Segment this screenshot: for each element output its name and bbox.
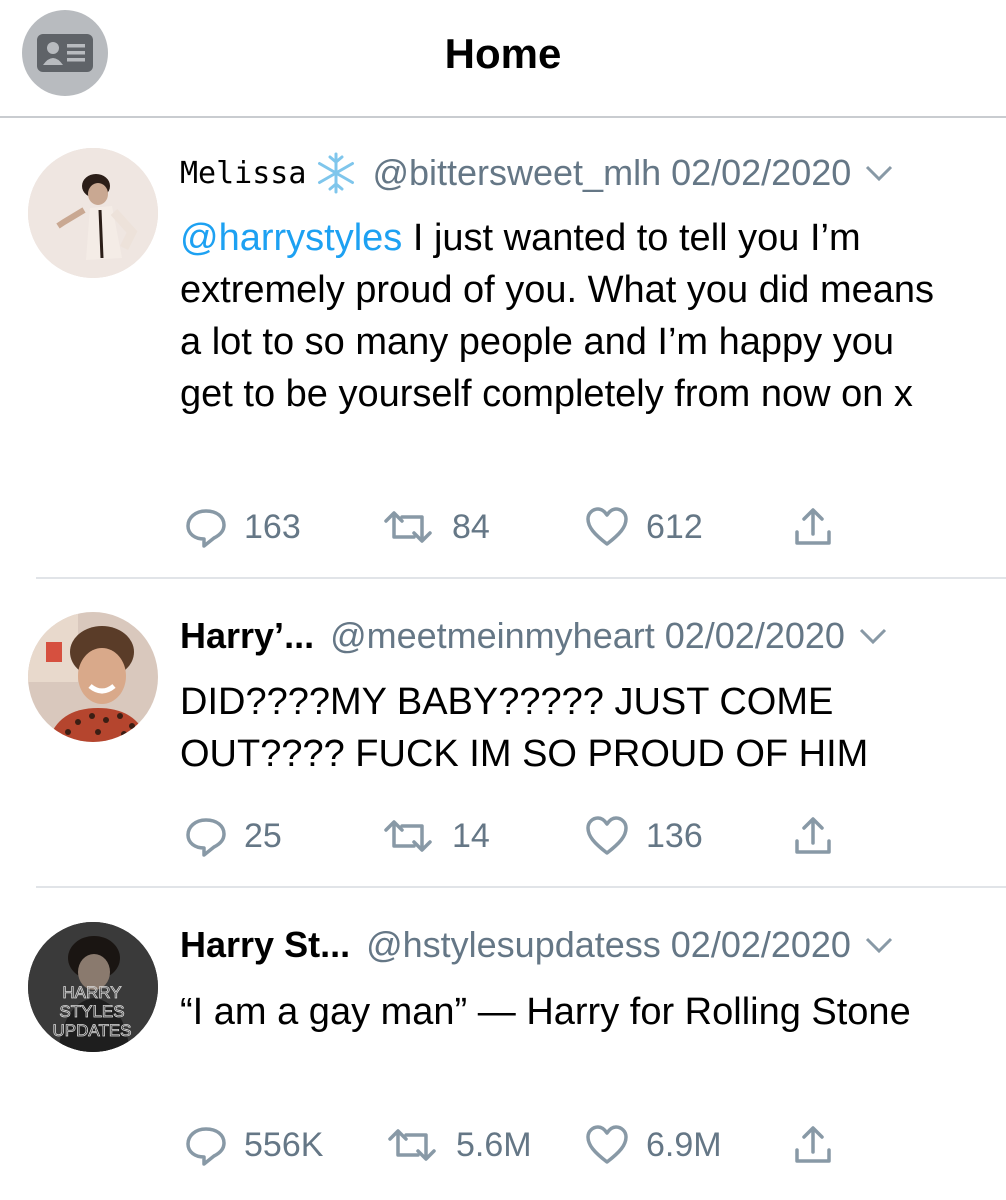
- divider: [36, 577, 1006, 579]
- tweet-date: 02/02/2020: [671, 152, 852, 193]
- avatar[interactable]: [28, 612, 158, 742]
- reply-count: 163: [244, 507, 301, 546]
- share-button[interactable]: [792, 1121, 850, 1169]
- retweet-icon: [388, 1129, 436, 1161]
- avatar-image: [28, 148, 158, 278]
- avatar-image: [28, 612, 158, 742]
- display-name[interactable]: Harry St...: [180, 924, 350, 966]
- like-count: 612: [646, 507, 703, 546]
- avatar-text-line: STYLES: [59, 1002, 124, 1021]
- tweet-body: DID????MY BABY????? JUST COME OUT???? FU…: [180, 681, 869, 775]
- tweet-actions: 556K 5.6M 6.9M: [184, 1121, 884, 1169]
- retweet-button[interactable]: 5.6M: [384, 1121, 532, 1169]
- tweet-actions: 163 84 612: [184, 503, 884, 551]
- tweet-date: 02/02/2020: [664, 615, 845, 656]
- divider: [36, 886, 1006, 888]
- tweet-date: 02/02/2020: [670, 924, 851, 965]
- mention-link[interactable]: @harrystyles: [180, 217, 402, 259]
- display-name[interactable]: Melissa: [180, 156, 306, 191]
- retweet-count: 5.6M: [456, 1125, 532, 1164]
- tweet-header: Harry’... @meetmeinmyheart 02/02/2020: [180, 613, 976, 659]
- display-name[interactable]: Harry’...: [180, 615, 314, 657]
- reply-count: 556K: [244, 1125, 324, 1164]
- reply-icon: [186, 1127, 226, 1166]
- reply-icon: [186, 509, 226, 548]
- like-count: 6.9M: [646, 1125, 722, 1164]
- user-handle[interactable]: @hstylesupdatess: [366, 924, 661, 966]
- heart-icon: [586, 816, 628, 855]
- retweet-icon: [384, 511, 432, 543]
- top-bar: Home: [0, 0, 1006, 118]
- like-button[interactable]: 136: [584, 812, 703, 860]
- chevron-down-icon[interactable]: [863, 935, 895, 955]
- reply-button[interactable]: 556K: [184, 1121, 323, 1169]
- heart-icon: [586, 507, 628, 546]
- reply-count: 25: [244, 816, 282, 855]
- tweet-header: Melissa @bittersweet_mlh 02/02/2020: [180, 150, 976, 196]
- user-handle[interactable]: @meetmeinmyheart: [330, 615, 655, 657]
- reply-button[interactable]: 25: [184, 812, 282, 860]
- reply-icon: [186, 818, 226, 857]
- avatar-text-line: HARRY: [62, 983, 121, 1002]
- tweet-header: Harry St... @hstylesupdatess 02/02/2020: [180, 922, 976, 968]
- like-button[interactable]: 6.9M: [584, 1121, 722, 1169]
- tweet-actions: 25 14 136: [184, 812, 884, 860]
- share-icon: [795, 508, 831, 545]
- like-count: 136: [646, 816, 703, 855]
- heart-icon: [586, 1125, 628, 1164]
- retweet-button[interactable]: 14: [380, 812, 490, 860]
- share-icon: [795, 1126, 831, 1163]
- reply-button[interactable]: 163: [184, 503, 301, 551]
- like-button[interactable]: 612: [584, 503, 703, 551]
- share-icon: [795, 817, 831, 854]
- user-handle[interactable]: @bittersweet_mlh: [372, 152, 661, 194]
- chevron-down-icon[interactable]: [857, 626, 889, 646]
- avatar[interactable]: HARRY STYLES UPDATES: [28, 922, 158, 1052]
- share-button[interactable]: [792, 503, 850, 551]
- retweet-count: 14: [452, 816, 490, 855]
- tweet-text: @harrystyles I just wanted to tell you I…: [180, 212, 946, 420]
- retweet-icon: [384, 820, 432, 852]
- avatar-image: HARRY STYLES UPDATES: [28, 922, 158, 1052]
- snowflake-icon: [314, 151, 358, 195]
- retweet-button[interactable]: 84: [380, 503, 490, 551]
- share-button[interactable]: [792, 812, 850, 860]
- avatar-text-line: UPDATES: [52, 1021, 131, 1040]
- retweet-count: 84: [452, 507, 490, 546]
- avatar[interactable]: [28, 148, 158, 278]
- page-title: Home: [444, 30, 562, 77]
- tweet-body: “I am a gay man” — Harry for Rolling Sto…: [180, 991, 911, 1033]
- chevron-down-icon[interactable]: [863, 163, 895, 183]
